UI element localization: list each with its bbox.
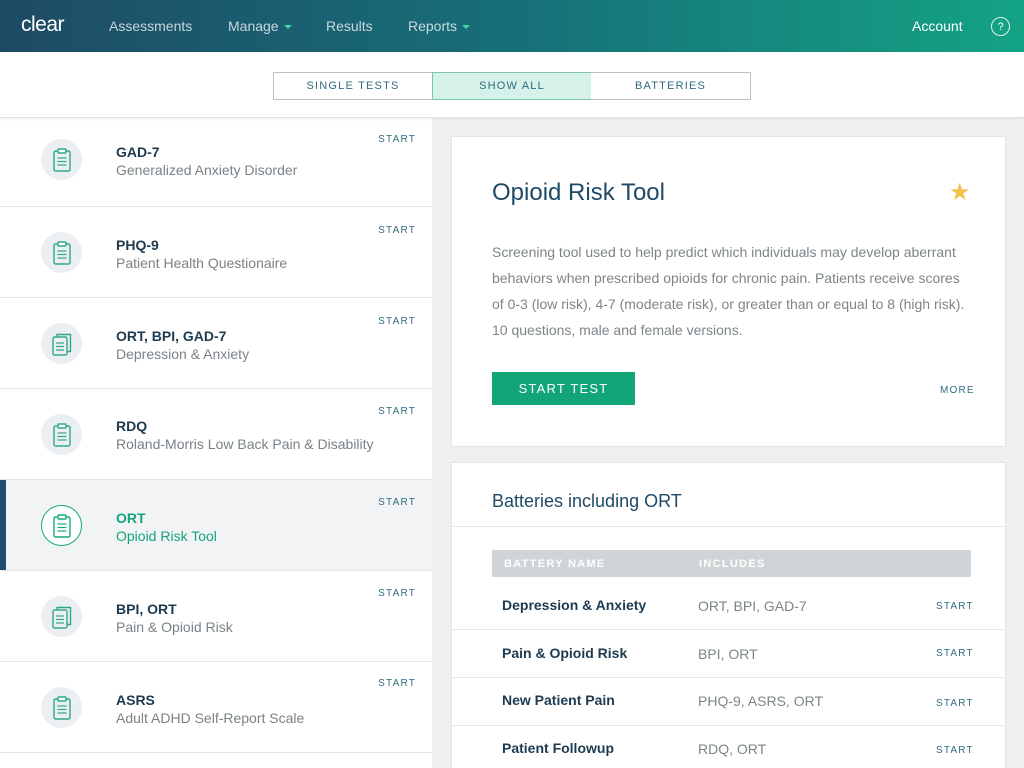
- list-item-subtitle: Roland-Morris Low Back Pain & Disability: [116, 436, 374, 452]
- start-link[interactable]: START: [378, 406, 416, 417]
- clipboard-icon: [41, 687, 82, 728]
- clipboard-icon: [41, 232, 82, 273]
- top-nav: clear Assessments Manage Results Reports…: [0, 0, 1024, 52]
- list-item-subtitle: Depression & Anxiety: [116, 346, 250, 362]
- list-item-title: ORT, BPI, GAD-7: [116, 328, 227, 344]
- nav-reports-label: Reports: [408, 18, 458, 34]
- chevron-down-icon: [283, 24, 292, 29]
- nav-results-label: Results: [326, 18, 373, 34]
- divider: [452, 526, 1005, 527]
- tab-batteries[interactable]: BATTERIES: [591, 72, 751, 100]
- list-item-bpi-ort[interactable]: BPI, ORT Pain & Opioid Risk START: [0, 571, 432, 662]
- list-item-subtitle: Opioid Risk Tool: [116, 528, 217, 544]
- start-link[interactable]: START: [936, 648, 974, 659]
- battery-name[interactable]: Depression & Anxiety: [502, 597, 646, 613]
- start-link[interactable]: START: [936, 745, 974, 756]
- start-link[interactable]: START: [378, 678, 416, 689]
- tab-show-all[interactable]: SHOW ALL: [432, 72, 592, 100]
- start-test-button[interactable]: START TEST: [492, 372, 635, 405]
- battery-name[interactable]: Patient Followup: [502, 740, 614, 756]
- list-item-asrs[interactable]: ASRS Adult ADHD Self-Report Scale START: [0, 662, 432, 753]
- battery-includes: BPI, ORT: [698, 646, 758, 662]
- star-icon[interactable]: ★: [949, 178, 971, 207]
- battery-includes: RDQ, ORT: [698, 741, 767, 757]
- nav-manage[interactable]: Manage: [228, 18, 292, 34]
- start-link[interactable]: START: [378, 588, 416, 599]
- list-item-title: ORT: [116, 510, 146, 526]
- start-link[interactable]: START: [378, 316, 416, 327]
- list-item-title: GAD-7: [116, 144, 160, 160]
- stacked-clipboards-icon: [41, 596, 82, 637]
- selected-indicator: [0, 480, 6, 570]
- test-detail-card: Opioid Risk Tool ★ Screening tool used t…: [451, 136, 1006, 447]
- battery-includes: PHQ-9, ASRS, ORT: [698, 693, 823, 709]
- more-link[interactable]: MORE: [940, 385, 975, 396]
- battery-includes: ORT, BPI, GAD-7: [698, 598, 807, 614]
- list-item-subtitle: Adult ADHD Self-Report Scale: [116, 710, 305, 726]
- table-row[interactable]: Depression & Anxiety ORT, BPI, GAD-7 STA…: [452, 582, 1005, 630]
- batteries-table-header: BATTERY NAME INCLUDES: [492, 550, 971, 577]
- clipboard-icon: [41, 139, 82, 180]
- start-link[interactable]: START: [378, 497, 416, 508]
- app-logo[interactable]: clear: [21, 13, 65, 37]
- detail-title: Opioid Risk Tool: [492, 179, 665, 206]
- batteries-card: Batteries including ORT BATTERY NAME INC…: [451, 462, 1006, 768]
- filter-bar: SINGLE TESTS SHOW ALL BATTERIES: [0, 52, 1024, 118]
- list-item-title: PHQ-9: [116, 237, 159, 253]
- nav-manage-label: Manage: [228, 18, 279, 34]
- start-link[interactable]: START: [378, 225, 416, 236]
- start-link[interactable]: START: [936, 601, 974, 612]
- battery-name[interactable]: New Patient Pain: [502, 692, 615, 708]
- list-item-title: RDQ: [116, 418, 148, 434]
- test-list: GAD-7 Generalized Anxiety Disorder START…: [0, 118, 432, 768]
- table-row[interactable]: Patient Followup RDQ, ORT START: [452, 726, 1005, 768]
- table-row[interactable]: Pain & Opioid Risk BPI, ORT START: [452, 630, 1005, 678]
- account-link[interactable]: Account: [912, 18, 963, 34]
- batteries-title: Batteries including ORT: [492, 491, 682, 511]
- chevron-down-icon: [462, 24, 471, 29]
- list-item-title: ASRS: [116, 692, 155, 708]
- list-item-title: BPI, ORT: [116, 601, 177, 617]
- clipboard-icon: [41, 505, 82, 546]
- list-item-subtitle: Generalized Anxiety Disorder: [116, 162, 298, 178]
- list-item-ort-bpi-gad7[interactable]: ORT, BPI, GAD-7 Depression & Anxiety STA…: [0, 298, 432, 389]
- column-header-includes: INCLUDES: [699, 558, 766, 570]
- table-row[interactable]: New Patient Pain PHQ-9, ASRS, ORT START: [452, 678, 1005, 726]
- list-item-subtitle: Patient Health Questionaire: [116, 255, 288, 271]
- stacked-clipboards-icon: [41, 323, 82, 364]
- list-item-gad7[interactable]: GAD-7 Generalized Anxiety Disorder START: [0, 118, 432, 207]
- start-link[interactable]: START: [378, 134, 416, 145]
- start-link[interactable]: START: [936, 698, 974, 709]
- list-item-phq9[interactable]: PHQ-9 Patient Health Questionaire START: [0, 207, 432, 298]
- list-item-ort[interactable]: ORT Opioid Risk Tool START: [0, 480, 432, 571]
- detail-description: Screening tool used to help predict whic…: [492, 244, 965, 338]
- list-item-subtitle: Pain & Opioid Risk: [116, 619, 233, 635]
- list-item-rdq[interactable]: RDQ Roland-Morris Low Back Pain & Disabi…: [0, 389, 432, 480]
- clipboard-icon: [41, 414, 82, 455]
- help-icon[interactable]: ?: [991, 17, 1010, 36]
- nav-assessments[interactable]: Assessments: [109, 18, 192, 34]
- nav-assessments-label: Assessments: [109, 18, 193, 34]
- battery-name[interactable]: Pain & Opioid Risk: [502, 645, 627, 661]
- tab-single-tests[interactable]: SINGLE TESTS: [273, 72, 433, 100]
- column-header-battery-name: BATTERY NAME: [504, 558, 606, 570]
- nav-reports[interactable]: Reports: [408, 18, 471, 34]
- nav-results[interactable]: Results: [326, 18, 373, 34]
